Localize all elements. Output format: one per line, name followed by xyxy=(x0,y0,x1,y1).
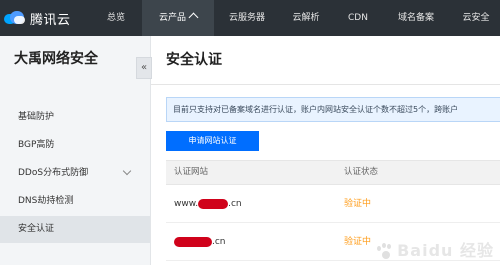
page-title: 安全认证 xyxy=(166,52,222,68)
chevron-up-icon xyxy=(188,12,199,23)
status-badge: 验证中 xyxy=(344,237,372,247)
site-domain: www. .cn xyxy=(174,185,242,223)
main-content: 安全认证 目前只支持对已备案域名进行认证，账户内网站安全认证个数不超过5个，跨账… xyxy=(151,36,500,265)
sidebar: 大禹网络安全 基础防护 BGP高防 DDoS分布式防御 DNS劫持检测 安全认证 xyxy=(0,36,151,265)
redaction-mark xyxy=(198,198,229,209)
nav-products-label: 云产品 xyxy=(158,13,186,23)
sidebar-item-ddos[interactable]: DDoS分布式防御 xyxy=(0,160,150,187)
sidebar-item-basic-protection[interactable]: 基础防护 xyxy=(0,104,150,131)
sidebar-item-security-cert[interactable]: 安全认证 xyxy=(0,216,150,243)
table-row: www. .cn 验证中 xyxy=(166,185,500,223)
sidebar-item-bgp[interactable]: BGP高防 xyxy=(0,132,150,159)
cloud-logo-icon xyxy=(4,11,26,25)
column-header-site: 认证网站 xyxy=(174,167,209,177)
sidebar-item-dns-hijack[interactable]: DNS劫持检测 xyxy=(0,188,150,215)
nav-cvm[interactable]: 云服务器 xyxy=(218,0,276,36)
column-header-status: 认证状态 xyxy=(344,167,379,177)
paw-icon xyxy=(376,243,394,261)
nav-cdn[interactable]: CDN xyxy=(336,0,380,36)
status-badge: 验证中 xyxy=(344,199,372,209)
baidu-jingyan-watermark: Baidu 经验 xyxy=(376,237,494,261)
sidebar-item-ddos-label: DDoS分布式防御 xyxy=(18,168,89,178)
logo-text: 腾讯云 xyxy=(30,12,71,28)
watermark-text: Baidu 经验 xyxy=(397,241,494,260)
nav-overview[interactable]: 总览 xyxy=(92,0,140,36)
site-suffix: .cn xyxy=(228,199,242,209)
nav-dns[interactable]: 云解析 xyxy=(282,0,330,36)
site-suffix: .cn xyxy=(212,237,226,247)
site-prefix: www. xyxy=(174,199,199,209)
top-navigation-bar: 腾讯云 总览 云产品 云服务器 云解析 CDN 域名备案 云安全 xyxy=(0,0,500,36)
nav-security[interactable]: 云安全 xyxy=(452,0,500,36)
title-divider xyxy=(151,84,500,85)
chevron-down-icon xyxy=(122,166,132,176)
redaction-mark xyxy=(174,236,212,247)
collapse-sidebar-button[interactable]: « xyxy=(136,57,152,79)
nav-products[interactable]: 云产品 xyxy=(142,0,214,36)
nav-domain-icp[interactable]: 域名备案 xyxy=(386,0,446,36)
info-notice: 目前只支持对已备案域名进行认证，账户内网站安全认证个数不超过5个，跨账户 xyxy=(166,97,500,122)
sidebar-title: 大禹网络安全 xyxy=(14,51,98,67)
apply-certification-button[interactable]: 申请网站认证 xyxy=(166,131,259,151)
table-header: 认证网站 认证状态 xyxy=(166,160,500,185)
tencent-cloud-logo[interactable]: 腾讯云 xyxy=(4,8,71,28)
site-domain: .cn xyxy=(174,223,226,261)
